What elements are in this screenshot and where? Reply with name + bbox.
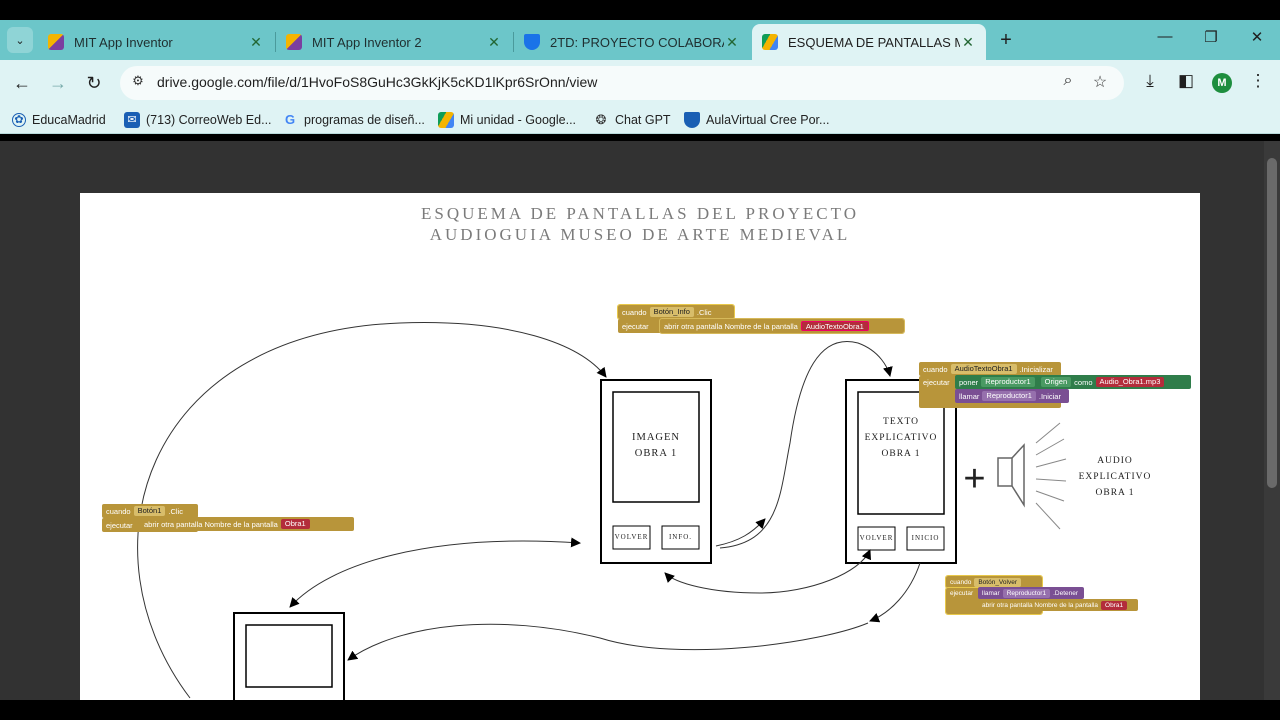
restore-window-icon[interactable]: ❐ [1196,28,1226,52]
close-icon[interactable]: ✕ [248,34,264,51]
bookmark-label: programas de diseñ... [304,113,425,127]
zoom-magnifier-icon[interactable]: ⌕ [1057,72,1079,94]
inicio-arrow [869,562,921,623]
reload-icon[interactable]: ↻ [82,71,106,95]
speaker-icon [997,422,1067,530]
graduation-cap-icon [684,112,700,128]
volver-button: VOLVER [614,533,649,541]
url-text[interactable]: drive.google.com/file/d/1HvoFoS8GuHc3GkK… [157,74,597,90]
tab-title: MIT App Inventor 2 [312,34,422,50]
inicio-button: INICIO [911,534,940,542]
download-icon[interactable]: ⤓ [1138,71,1162,95]
side-panel-icon[interactable]: ◧ [1174,71,1198,95]
bookmark-label: AulaVirtual Cree Por... [706,113,830,127]
tab-mit-app-inventor-2[interactable]: MIT App Inventor 2 ✕ [276,24,512,60]
text-screen-label: TEXTO EXPLICATIVO OBRA 1 [864,417,938,459]
tab-mit-app-inventor[interactable]: MIT App Inventor ✕ [38,24,274,60]
bookmark-correoweb[interactable]: ✉ (713) CorreoWeb Ed... [124,111,272,129]
mail-icon: ✉ [124,112,140,128]
volver-button: VOLVER [859,534,894,542]
forward-arrow-icon[interactable]: → [46,71,70,95]
scrollbar-thumb[interactable] [1267,158,1277,488]
app-inventor-favicon-icon [286,34,302,50]
tab-title: ESQUEMA DE PANTALLAS MUS [788,34,960,50]
google-g-icon: G [284,112,296,127]
google-drive-icon [438,112,454,128]
audio-label: AUDIO EXPLICATIVO OBRA 1 [1078,456,1152,498]
home-screen-mockup [233,612,345,700]
chevron-down-icon: ⌄ [15,34,25,47]
close-icon[interactable]: ✕ [486,34,502,51]
close-icon[interactable]: ✕ [724,34,740,51]
address-bar[interactable]: ⚙ drive.google.com/file/d/1HvoFoS8GuHc3G… [120,66,1124,100]
bookmark-star-icon[interactable]: ☆ [1089,72,1111,94]
bookmark-programas[interactable]: G programas de diseñ... [282,111,425,129]
educamadrid-icon: ✿ [12,113,26,127]
classroom-cap-icon [524,34,540,50]
tab-title: 2TD: PROYECTO COLABORATIV [550,34,724,50]
tab-title: MIT App Inventor [74,34,173,50]
bookmark-label: (713) CorreoWeb Ed... [146,113,272,127]
tab-esquema-pantallas[interactable]: ESQUEMA DE PANTALLAS MUS ✕ [752,24,986,60]
info-button: INFO. [668,533,693,541]
close-window-icon[interactable]: ✕ [1242,28,1272,52]
back-arrow-icon[interactable]: ← [10,71,34,95]
minimize-window-icon[interactable]: — [1150,28,1180,52]
close-icon[interactable]: ✕ [960,34,976,51]
bottom-black-bar [0,700,1280,720]
image-screen-label: IMAGEN OBRA 1 [632,432,680,459]
tab-search-button[interactable]: ⌄ [7,27,33,53]
google-drive-icon [762,34,778,50]
profile-avatar[interactable]: M [1212,73,1232,93]
bookmark-label: Chat GPT [615,113,671,127]
bookmark-mi-unidad[interactable]: Mi unidad - Google... [438,111,576,129]
bookmark-label: Mi unidad - Google... [460,113,577,127]
more-menu-icon[interactable]: ⋮ [1246,71,1270,95]
bookmark-educamadrid[interactable]: ✿ EducaMadrid [12,111,106,129]
document-page: ESQUEMA DE PANTALLAS DEL PROYECTO AUDIOG… [80,193,1200,700]
bookmarks-bar: ✿ EducaMadrid ✉ (713) CorreoWeb Ed... G … [0,106,1280,134]
tab-proyecto-colaborativo[interactable]: 2TD: PROYECTO COLABORATIV ✕ [514,24,750,60]
flow-arrows [137,322,921,699]
bookmark-aulavirtual[interactable]: AulaVirtual Cree Por... [684,111,829,129]
tab-strip: ⌄ MIT App Inventor ✕ MIT App Inventor 2 … [0,20,1280,60]
site-info-icon[interactable]: ⚙ [128,73,148,93]
bookmark-label: EducaMadrid [32,113,106,127]
plus-sign: + [963,458,987,500]
top-black-bar [0,0,1280,20]
app-inventor-favicon-icon [48,34,64,50]
chatgpt-logo-icon: ❂ [595,112,607,127]
new-tab-button[interactable]: + [994,29,1018,53]
bookmark-chat-gpt[interactable]: ❂ Chat GPT [593,111,671,129]
